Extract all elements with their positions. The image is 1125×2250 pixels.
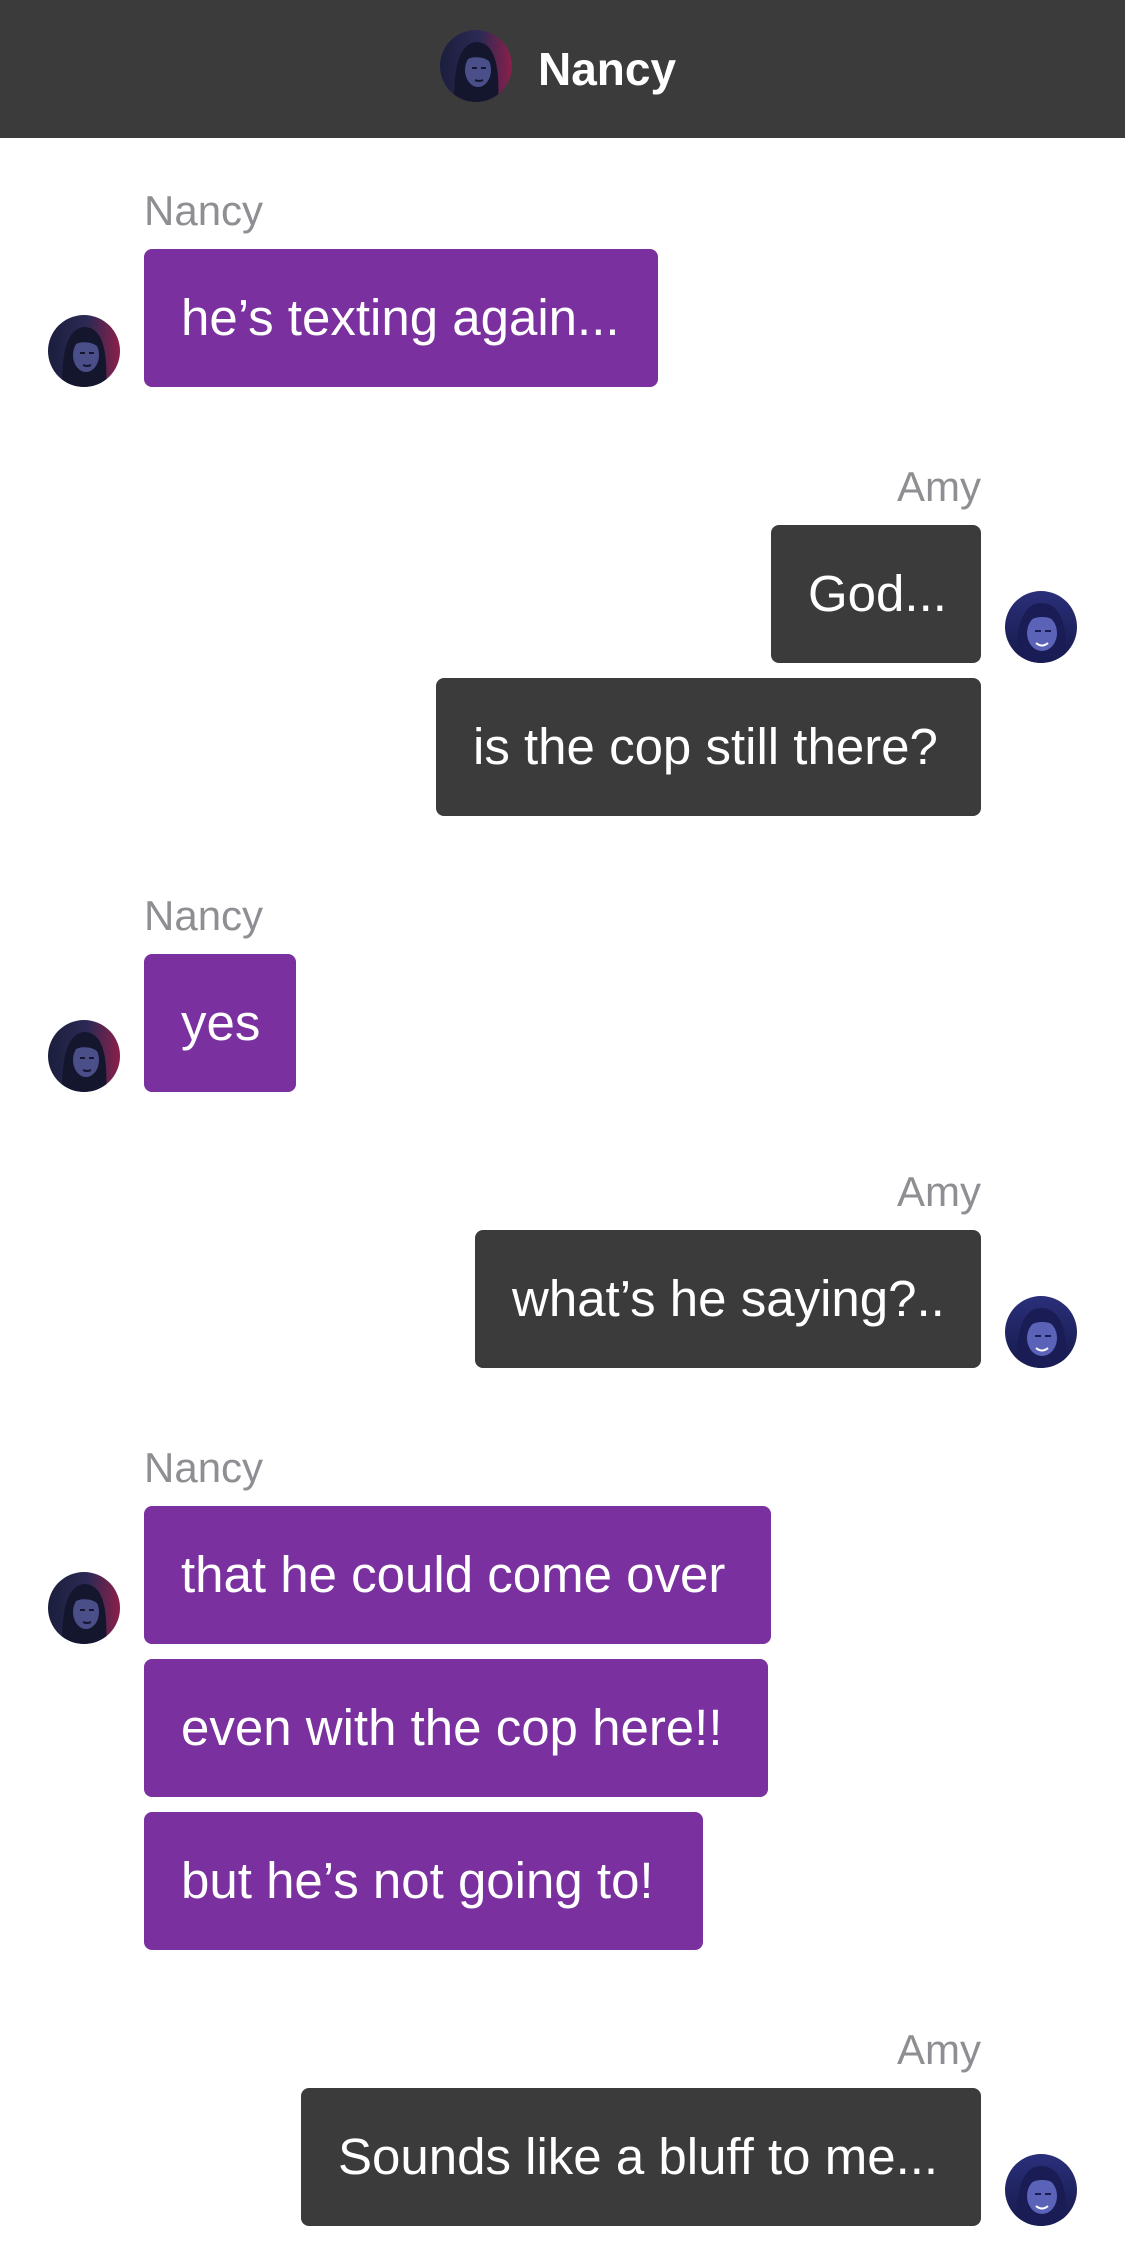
chat-header: Nancy [0, 0, 1125, 138]
header-avatar-icon[interactable] [440, 30, 512, 102]
message-bubble[interactable]: what’s he saying?.. [475, 1230, 981, 1368]
sender-label: Nancy [144, 187, 264, 234]
message-bubble[interactable]: is the cop still there? [436, 678, 981, 816]
sender-label: Amy [897, 2026, 981, 2073]
sender-label: Nancy [144, 1444, 264, 1491]
nancy-avatar-icon[interactable] [48, 315, 120, 387]
message-bubble[interactable]: God... [771, 525, 981, 663]
nancy-avatar-icon[interactable] [48, 1572, 120, 1644]
sender-label: Nancy [144, 892, 264, 939]
message-bubble[interactable]: he’s texting again... [144, 249, 658, 387]
message-bubble[interactable]: but he’s not going to! [144, 1812, 703, 1950]
sender-label: Amy [897, 1168, 981, 1215]
contact-name-title: Nancy [538, 43, 677, 95]
message-bubble[interactable]: even with the cop here!! [144, 1659, 768, 1797]
sender-label: Amy [897, 463, 981, 510]
message-bubble[interactable]: yes [144, 954, 296, 1092]
amy-avatar-icon[interactable] [1005, 2154, 1077, 2226]
amy-avatar-icon[interactable] [1005, 591, 1077, 663]
message-bubble[interactable]: that he could come over [144, 1506, 771, 1644]
nancy-avatar-icon[interactable] [48, 1020, 120, 1092]
amy-avatar-icon[interactable] [1005, 1296, 1077, 1368]
message-bubble[interactable]: Sounds like a bluff to me... [301, 2088, 981, 2226]
